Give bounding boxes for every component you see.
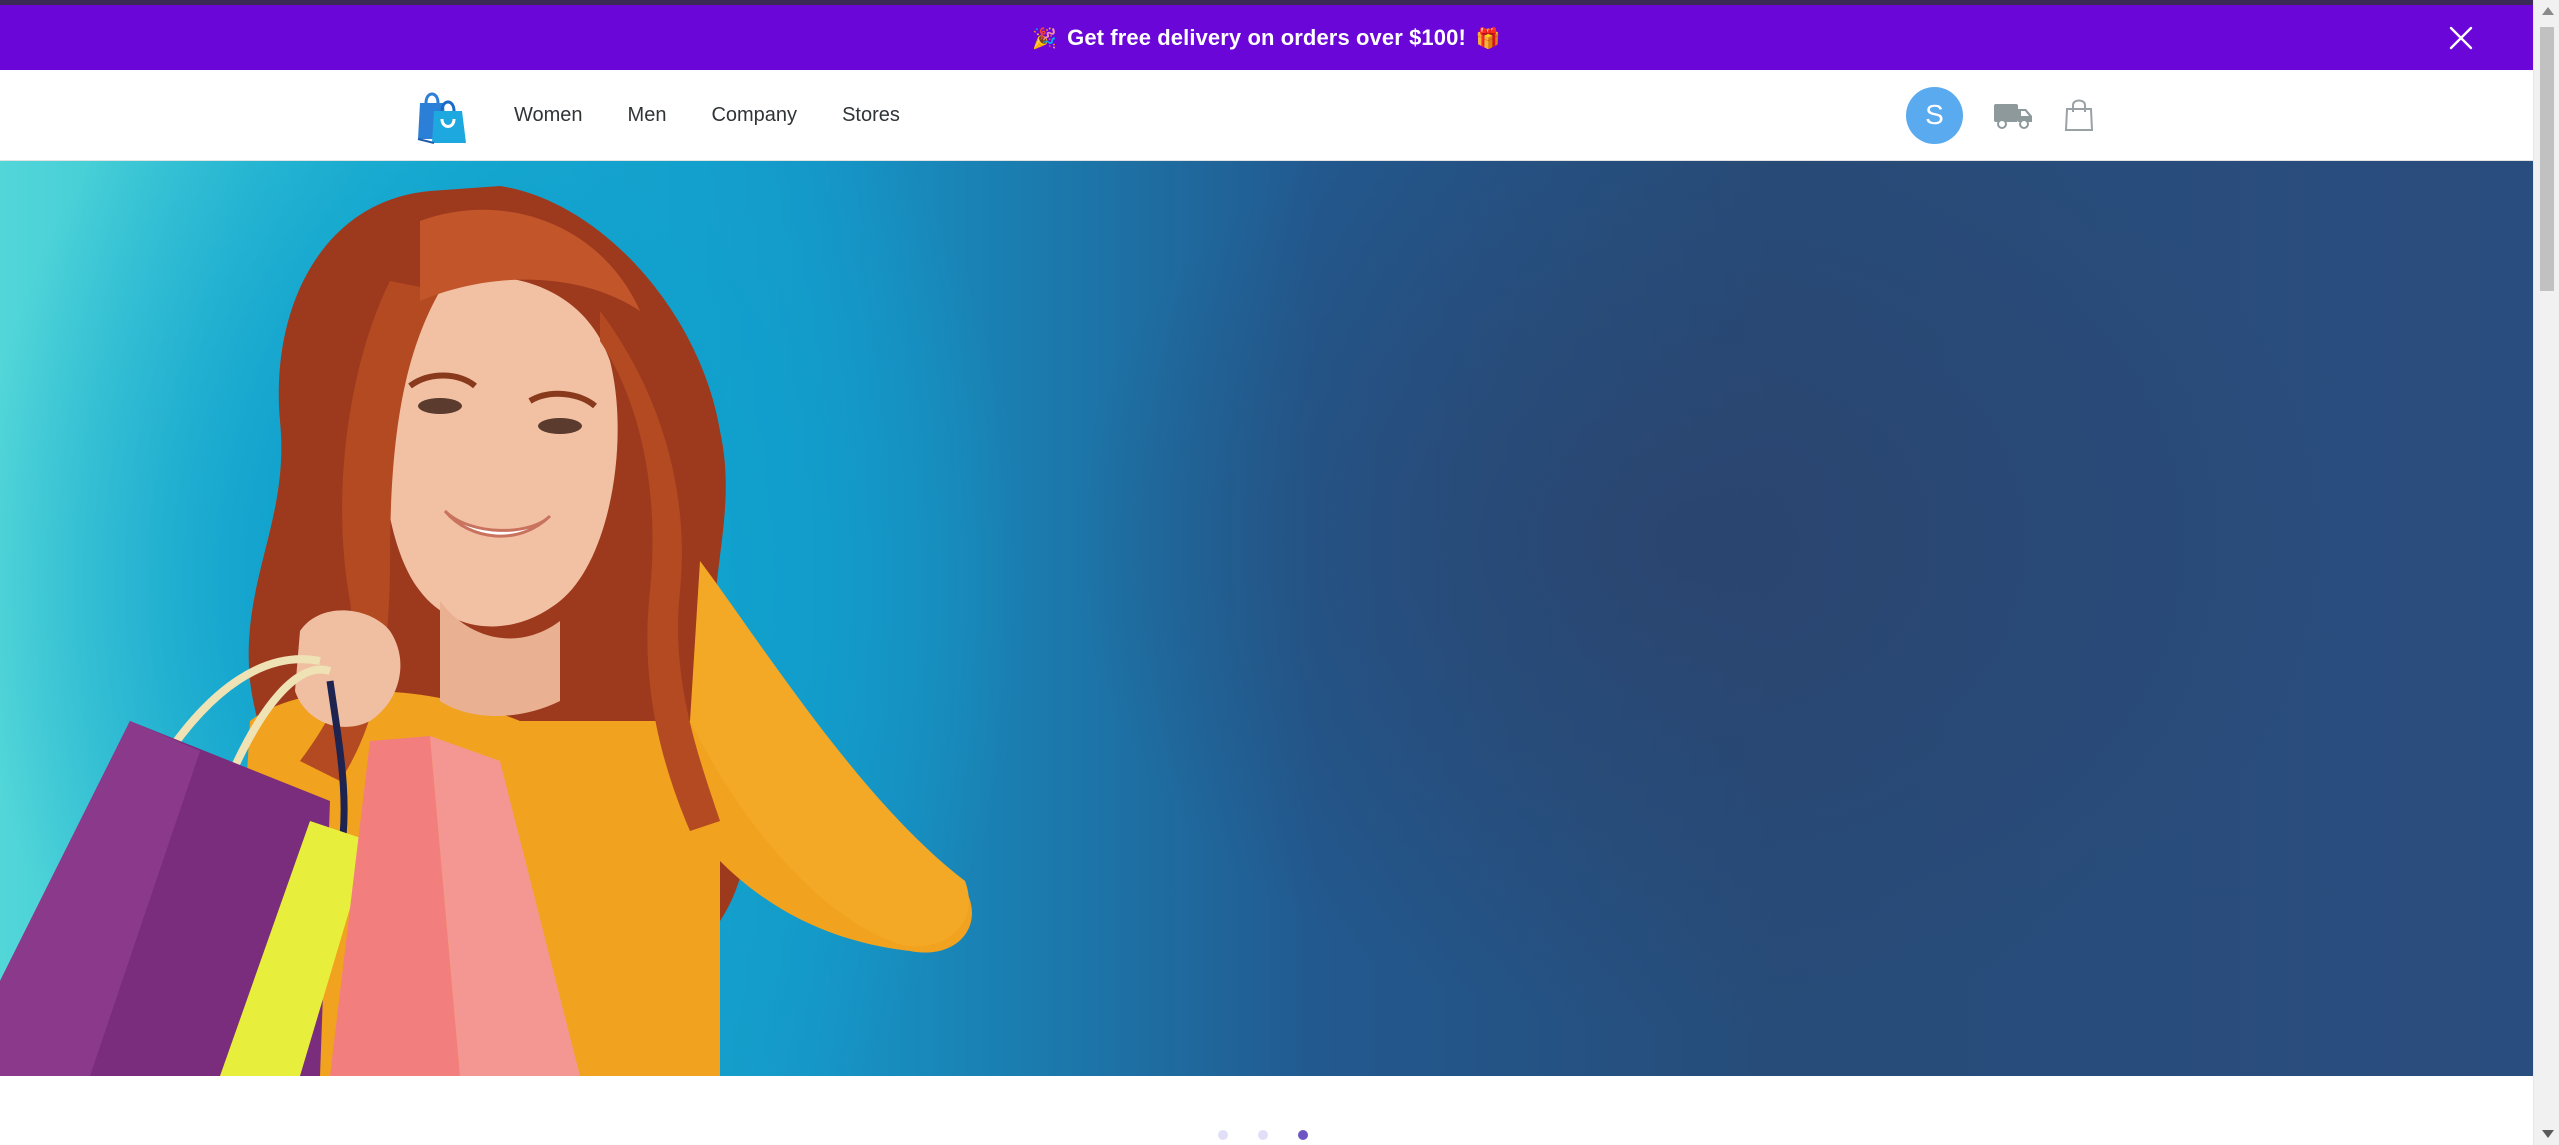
header-actions: S — [1906, 86, 2094, 144]
nav-item-women[interactable]: Women — [514, 104, 583, 127]
party-popper-icon: 🎉 — [1032, 25, 1058, 50]
site-header: Women Men Company Stores S — [0, 70, 2533, 161]
viewport: 🎉 Get free delivery on orders over $100!… — [0, 0, 2533, 1145]
shopping-bag-icon[interactable] — [2064, 98, 2094, 132]
carousel-pagination — [1218, 1130, 1308, 1140]
nav-item-men[interactable]: Men — [628, 104, 667, 127]
carousel-dot-2[interactable] — [1258, 1130, 1268, 1140]
nav-item-stores[interactable]: Stores — [842, 104, 900, 127]
carousel-dot-1[interactable] — [1218, 1130, 1228, 1140]
gift-icon: 🎁 — [1475, 25, 1501, 50]
truck-icon[interactable] — [1993, 100, 2033, 130]
vertical-scrollbar[interactable] — [2533, 0, 2559, 1145]
woman-holding-shopping-bags-photo — [0, 186, 972, 1076]
scrollbar-thumb[interactable] — [2540, 27, 2554, 291]
carousel-dot-3[interactable] — [1298, 1130, 1308, 1140]
hero-banner — [0, 161, 2533, 1076]
announcement-message: 🎉 Get free delivery on orders over $100!… — [1032, 25, 1501, 51]
scroll-down-arrow-icon[interactable] — [2542, 1130, 2554, 1138]
close-icon[interactable] — [2448, 25, 2474, 51]
announcement-bar: 🎉 Get free delivery on orders over $100!… — [0, 0, 2533, 70]
nav-item-company[interactable]: Company — [711, 104, 797, 127]
shopping-bags-logo-icon[interactable] — [414, 85, 470, 145]
page: 🎉 Get free delivery on orders over $100!… — [0, 0, 2559, 1145]
announcement-text: Get free delivery on orders over $100! — [1067, 24, 1466, 50]
main-nav: Women Men Company Stores — [514, 70, 900, 161]
user-avatar[interactable]: S — [1906, 86, 1963, 144]
scroll-up-arrow-icon[interactable] — [2542, 7, 2554, 15]
